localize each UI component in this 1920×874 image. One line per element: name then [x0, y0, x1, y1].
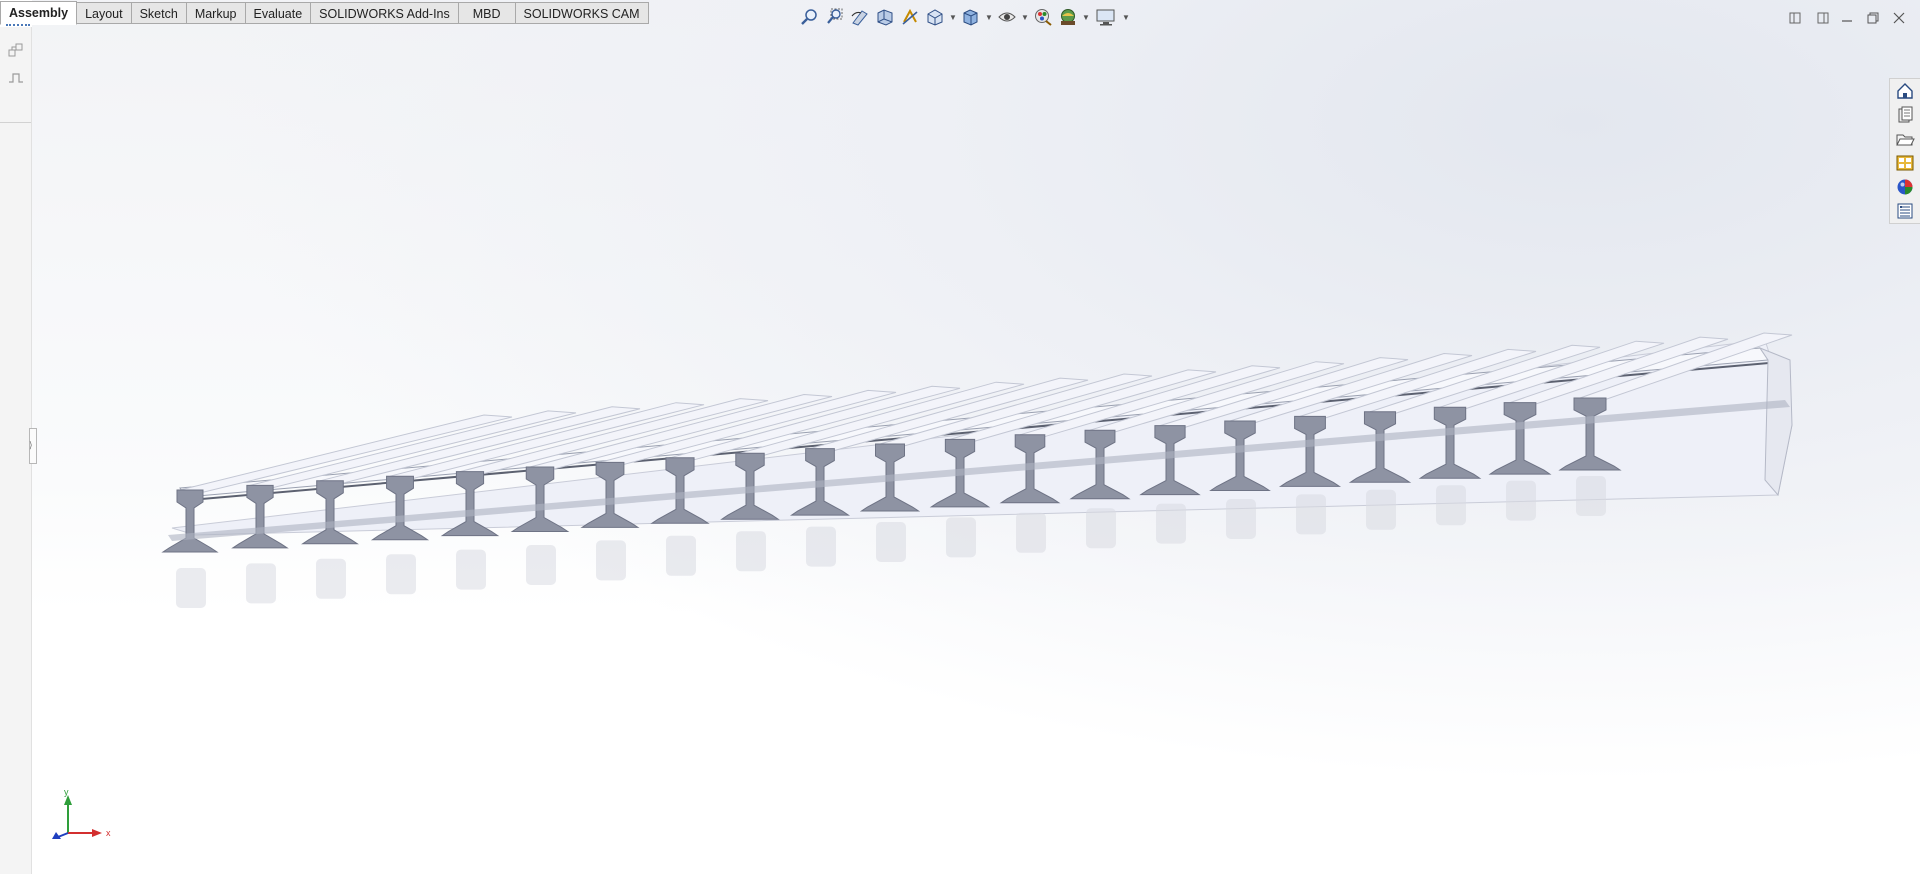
- chevron-down-icon[interactable]: ▼: [1121, 6, 1131, 28]
- left-panel-strip: [0, 27, 32, 874]
- chevron-down-icon[interactable]: ▼: [984, 6, 994, 28]
- view-orientation-icon[interactable]: [923, 6, 947, 28]
- file-explorer-icon[interactable]: [1890, 127, 1920, 151]
- chevron-down-icon[interactable]: ▼: [1020, 6, 1030, 28]
- tile-left-icon[interactable]: [1784, 8, 1806, 28]
- display-style-icon[interactable]: [959, 6, 983, 28]
- zoom-to-fit-icon[interactable]: [798, 6, 822, 28]
- hide-show-items-icon[interactable]: [995, 6, 1019, 28]
- tab-sketch[interactable]: Sketch: [131, 2, 187, 24]
- design-library-icon[interactable]: [1890, 103, 1920, 127]
- edit-appearance-icon[interactable]: [1031, 6, 1055, 28]
- triad-x-label: x: [106, 828, 111, 838]
- tab-mbd[interactable]: MBD: [458, 2, 516, 24]
- minimize-icon[interactable]: [1836, 8, 1858, 28]
- command-manager-tabs: Assembly Layout Sketch Markup Evaluate S…: [0, 0, 649, 26]
- tab-layout[interactable]: Layout: [77, 2, 132, 24]
- appearances-scenes-icon[interactable]: [1890, 175, 1920, 199]
- tab-overflow-grip[interactable]: [6, 24, 30, 29]
- task-pane-tabs: [1889, 78, 1920, 224]
- orientation-triad: y x: [52, 787, 111, 839]
- feature-manager-icon[interactable]: [7, 41, 25, 59]
- tab-solidworks-cam[interactable]: SOLIDWORKS CAM: [515, 2, 649, 24]
- close-icon[interactable]: [1888, 8, 1910, 28]
- tab-markup[interactable]: Markup: [186, 2, 246, 24]
- chevron-right-icon: ⟩: [29, 440, 33, 450]
- zoom-to-area-icon[interactable]: [823, 6, 847, 28]
- chevron-down-icon[interactable]: ▼: [948, 6, 958, 28]
- section-view-icon[interactable]: [873, 6, 897, 28]
- triad-y-label: y: [64, 787, 69, 797]
- triad-z-axis: [57, 832, 69, 838]
- dynamic-annotation-views-icon[interactable]: [898, 6, 922, 28]
- restore-icon[interactable]: [1862, 8, 1884, 28]
- view-palette-icon[interactable]: [1890, 151, 1920, 175]
- tab-solidworks-add-ins[interactable]: SOLIDWORKS Add-Ins: [311, 2, 459, 24]
- solidworks-resources-icon[interactable]: [1890, 79, 1920, 103]
- tab-evaluate[interactable]: Evaluate: [245, 2, 312, 24]
- configuration-manager-icon[interactable]: [7, 69, 25, 87]
- previous-view-icon[interactable]: [848, 6, 872, 28]
- apply-scene-icon[interactable]: [1056, 6, 1080, 28]
- graphics-viewport[interactable]: [32, 0, 1920, 874]
- tile-right-icon[interactable]: [1812, 8, 1834, 28]
- custom-properties-icon[interactable]: [1890, 199, 1920, 223]
- tab-assembly[interactable]: Assembly: [0, 1, 78, 25]
- triad-x-arrow: [92, 829, 102, 837]
- left-panel-divider: [0, 122, 31, 123]
- chevron-down-icon[interactable]: ▼: [1081, 6, 1091, 28]
- panel-collapse-handle[interactable]: ⟩: [29, 428, 37, 464]
- heads-up-view-toolbar: ▼ ▼ ▼ ▼ ▼: [798, 6, 1131, 28]
- view-settings-icon[interactable]: [1092, 6, 1120, 28]
